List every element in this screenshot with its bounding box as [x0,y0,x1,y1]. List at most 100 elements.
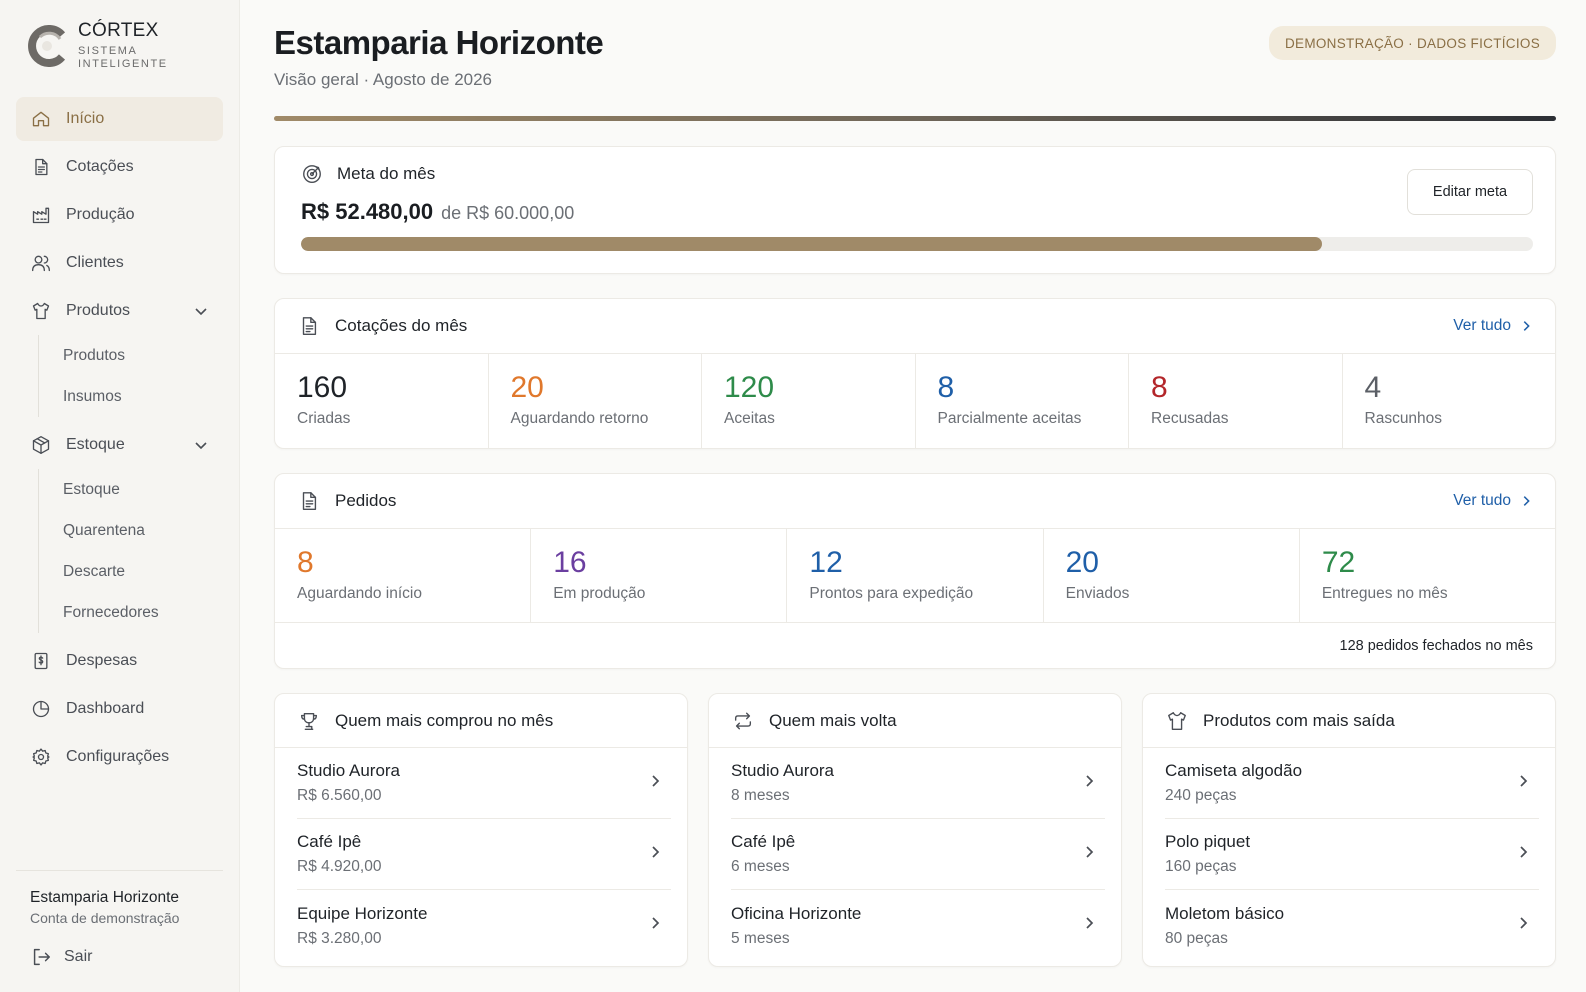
chevron-right-icon [1515,915,1531,936]
subnav-item-insumos[interactable]: Insumos [63,376,223,417]
stat-label: Aguardando início [297,585,422,602]
item-detail: R$ 6.560,00 [297,787,382,804]
subnav-item-produtos[interactable]: Produtos [63,335,223,376]
list-item[interactable]: Camiseta algodão 240 peças [1165,748,1539,819]
stat-aceitas[interactable]: 120 Aceitas [702,354,916,448]
item-name: Oficina Horizonte [731,903,862,923]
quotes-see-all-link[interactable]: Ver tudo [1453,317,1533,335]
chevron-right-icon [1081,773,1097,794]
nav-item-configuracoes[interactable]: Configurações [16,735,223,779]
stat-prontos-expedicao[interactable]: 12 Prontos para expedição [787,529,1044,622]
stat-label: Prontos para expedição [809,585,974,602]
logout-label: Sair [64,948,93,965]
stat-value: 8 [937,371,955,404]
orders-title: Pedidos [335,491,397,510]
stat-criadas[interactable]: 160 Criadas [275,354,489,448]
main-content: Estamparia Horizonte Visão geral · Agost… [240,0,1586,992]
quotes-stats: 160 Criadas 20 Aguardando retorno 120 Aceit… [275,353,1555,448]
pie-chart-icon [30,698,52,720]
stat-rascunhos[interactable]: 4 Rascunhos [1343,354,1556,448]
stat-label: Em produção [553,585,646,602]
quotes-title: Cotações do mês [335,316,468,335]
list-item[interactable]: Studio Aurora 8 meses [731,748,1105,819]
sidebar-footer: Estamparia Horizonte Conta de demonstraç… [16,870,223,968]
goal-target-amount: de R$ 60.000,00 [441,203,575,223]
edit-goal-button[interactable]: Editar meta [1407,169,1533,215]
nav-item-inicio[interactable]: Início [16,97,223,141]
item-name: Café Ipê [297,832,362,851]
list-item[interactable]: Oficina Horizonte 5 meses [731,890,1105,961]
chevron-right-icon [1523,321,1530,331]
nav-item-producao[interactable]: Produção [16,193,223,237]
chevron-right-icon [647,844,663,865]
brand-subtitle: SISTEMA INTELIGENTE [78,45,168,70]
stat-value: 20 [510,371,544,404]
produtos-subnav: Produtos Insumos [38,335,223,417]
stat-em-producao[interactable]: 16 Em produção [531,529,788,622]
top-buyers-title: Quem mais comprou no mês [335,710,554,730]
stat-aguardando-retorno[interactable]: 20 Aguardando retorno [489,354,702,448]
stat-label: Criadas [297,410,351,427]
dollar-receipt-icon [30,650,52,672]
chevron-right-icon [647,915,663,936]
stat-label: Recusadas [1151,410,1229,427]
nav-item-estoque[interactable]: Estoque [16,423,223,467]
list-item[interactable]: Café Ipê 6 meses [731,819,1105,890]
nav-item-produtos[interactable]: Produtos [16,289,223,333]
top-products-card: Produtos com mais saída Camiseta algodão… [1142,693,1556,967]
item-name: Camiseta algodão [1165,761,1303,780]
sidebar: CÓRTEX SISTEMA INTELIGENTE Início Cotaçõ… [0,0,240,992]
stat-entregues[interactable]: 72 Entregues no mês [1300,529,1555,622]
nav-item-cotacoes[interactable]: Cotações [16,145,223,189]
item-name: Café Ipê [731,832,796,851]
stat-value: 12 [809,546,843,579]
brand[interactable]: CÓRTEX SISTEMA INTELIGENTE [16,20,223,71]
estoque-subnav: Estoque Quarentena Descarte Fornecedores [38,469,223,633]
monthly-goal-card: Meta do mês R$ 52.480,00 de R$ 60.000,00… [274,146,1556,274]
see-all-label: Ver tudo [1453,492,1511,509]
item-name: Moletom básico [1165,903,1285,923]
nav-label: Clientes [66,254,124,271]
chevron-right-icon [1081,915,1097,936]
chevron-right-icon [1515,844,1531,865]
list-item[interactable]: Polo piquet 160 peças [1165,819,1539,890]
subnav-item-descarte[interactable]: Descarte [63,551,223,592]
document-icon [30,156,52,178]
stat-parcialmente-aceitas[interactable]: 8 Parcialmente aceitas [916,354,1129,448]
subnav-item-fornecedores[interactable]: Fornecedores [63,592,223,633]
subnav-item-estoque[interactable]: Estoque [63,469,223,510]
stat-value: 160 [297,371,348,404]
nav-item-clientes[interactable]: Clientes [16,241,223,285]
item-name: Studio Aurora [297,761,401,780]
item-name: Studio Aurora [731,761,835,780]
demo-badge: DEMONSTRAÇÃO · DADOS FICTÍCIOS [1268,26,1556,60]
stat-aguardando-inicio[interactable]: 8 Aguardando início [275,529,532,622]
stat-recusadas[interactable]: 8 Recusadas [1129,354,1343,448]
nav-item-despesas[interactable]: Despesas [16,639,223,683]
item-detail: 6 meses [731,858,790,875]
chevron-down-icon[interactable] [193,303,209,319]
list-item[interactable]: Equipe Horizonte R$ 3.280,00 [297,890,671,961]
chevron-right-icon [1523,496,1530,506]
nav-label: Início [66,110,105,127]
returning-clients-title: Quem mais volta [769,710,897,730]
list-item[interactable]: Moletom básico 80 peças [1165,890,1539,961]
subnav-item-quarentena[interactable]: Quarentena [63,510,223,551]
nav-label: Estoque [66,436,125,453]
shirt-icon [1165,709,1189,733]
list-item[interactable]: Studio Aurora R$ 6.560,00 [297,748,671,819]
stat-enviados[interactable]: 20 Enviados [1044,529,1300,622]
cortex-logo-icon [28,24,66,67]
orders-see-all-link[interactable]: Ver tudo [1453,492,1533,510]
top-buyers-card: Quem mais comprou no mês Studio Aurora R$… [274,693,688,967]
list-item[interactable]: Café Ipê R$ 4.920,00 [297,819,671,890]
chevron-down-icon[interactable] [193,437,209,453]
monthly-goal-title: Meta do mês [337,164,436,183]
orders-card: Pedidos Ver tudo 8 Aguardando início 16 Em… [274,473,1556,669]
goal-current-amount: R$ 52.480,00 [301,199,434,224]
nav-label: Cotações [66,158,134,175]
nav-item-dashboard[interactable]: Dashboard [16,687,223,731]
logout-button[interactable]: Sair [30,946,223,968]
returning-clients-card: Quem mais volta Studio Aurora 8 meses Caf… [708,693,1122,967]
nav-label: Configurações [66,748,170,765]
